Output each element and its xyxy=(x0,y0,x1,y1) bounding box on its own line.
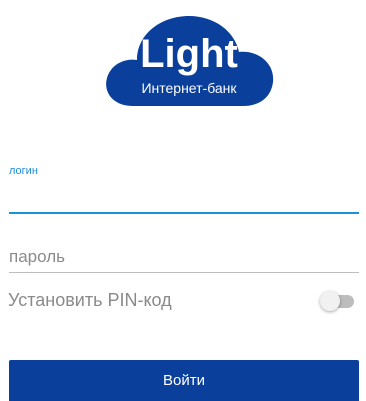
password-input[interactable] xyxy=(9,242,359,273)
pin-code-label: Установить PIN-код xyxy=(8,290,172,310)
pin-code-toggle[interactable] xyxy=(320,291,356,311)
login-screen: Light Интернет-банк логин Установить PIN… xyxy=(0,0,366,401)
logo-subtitle: Интернет-банк xyxy=(141,80,237,96)
login-input[interactable] xyxy=(9,182,359,214)
login-field-label: логин xyxy=(9,165,38,177)
toggle-thumb xyxy=(320,291,340,311)
login-button[interactable]: Войти xyxy=(9,360,359,401)
logo-title: Light xyxy=(140,32,238,76)
light-logo: Light Интернет-банк xyxy=(103,4,275,110)
